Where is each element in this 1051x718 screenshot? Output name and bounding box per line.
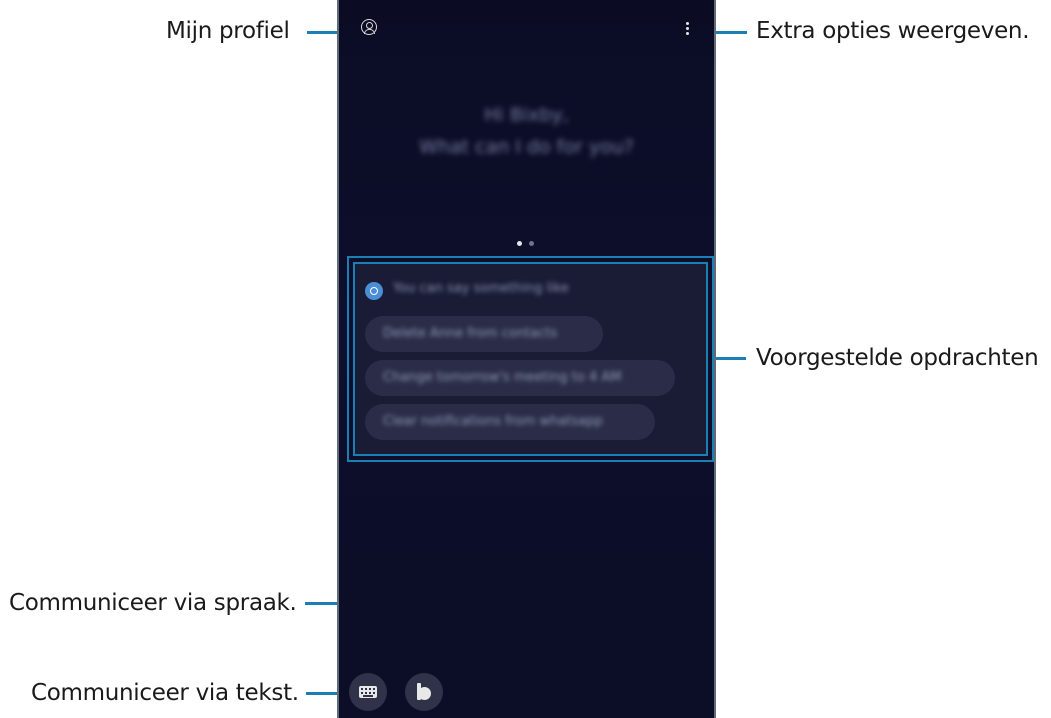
suggestion-chip[interactable]: Delete Anne from contacts	[365, 316, 603, 352]
profile-icon[interactable]	[361, 19, 377, 35]
keyboard-button[interactable]	[349, 673, 387, 711]
keyboard-icon	[359, 686, 377, 698]
greeting-line-1: Hi Bixby,	[484, 104, 569, 126]
suggestion-chip-text: Delete Anne from contacts	[383, 326, 558, 341]
voice-button[interactable]	[405, 673, 443, 711]
callout-text: Communiceer via tekst.	[31, 680, 299, 706]
bixby-icon	[417, 683, 432, 700]
bixby-hint-icon	[365, 282, 383, 300]
suggestion-chip-text: Clear notifications from whatsapp	[383, 414, 603, 429]
callout-more-options: Extra opties weergeven.	[756, 18, 1030, 44]
phone-screen: Hi Bixby, What can I do for you? You can…	[337, 0, 716, 718]
callout-my-profile: Mijn profiel	[166, 18, 290, 44]
suggestion-chip-text: Change tomorrow's meeting to 4 AM	[383, 370, 622, 385]
suggestion-chip[interactable]: Change tomorrow's meeting to 4 AM	[365, 360, 675, 396]
page-dot	[529, 241, 534, 246]
suggestions-header-text: You can say something like	[393, 281, 569, 296]
suggested-commands-card: You can say something like Delete Anne f…	[353, 262, 708, 456]
callout-line-suggested-commands	[716, 357, 746, 360]
greeting-line-2: What can I do for you?	[419, 136, 634, 158]
callout-suggested-commands: Voorgestelde opdrachten	[756, 345, 1039, 371]
callout-voice: Communiceer via spraak.	[9, 590, 297, 616]
suggestion-chip[interactable]: Clear notifications from whatsapp	[365, 404, 655, 440]
page-dot-active	[517, 241, 522, 246]
more-options-icon[interactable]	[686, 22, 690, 36]
suggested-commands-frame: You can say something like Delete Anne f…	[347, 256, 714, 462]
